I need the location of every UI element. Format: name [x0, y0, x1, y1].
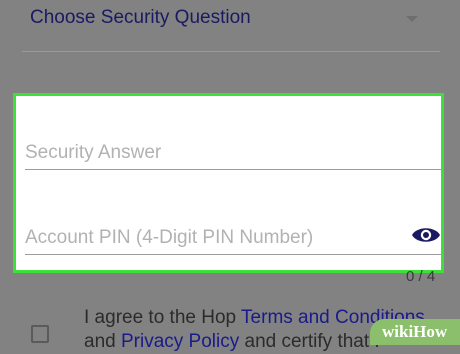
eye-icon[interactable] — [411, 225, 441, 245]
chevron-down-icon[interactable] — [406, 16, 418, 22]
agreement-suffix: and certify that I — [239, 331, 380, 352]
security-answer-placeholder: Security Answer — [25, 142, 162, 163]
security-question-select[interactable]: Choose Security Question — [0, 0, 460, 52]
account-pin-underline — [25, 254, 441, 255]
agreement-middle: and — [84, 331, 121, 352]
watermark-text: wikiHow — [382, 322, 448, 341]
account-pin-placeholder: Account PIN (4-Digit PIN Number) — [25, 227, 314, 248]
highlighted-form-box: Security Answer Account PIN (4-Digit PIN… — [13, 93, 444, 273]
security-answer-field[interactable]: Security Answer — [25, 134, 441, 170]
privacy-policy-link[interactable]: Privacy Policy — [121, 331, 239, 352]
agree-checkbox[interactable] — [31, 325, 49, 343]
account-pin-field[interactable]: Account PIN (4-Digit PIN Number) — [25, 215, 441, 255]
security-question-label: Choose Security Question — [30, 7, 251, 28]
pin-character-counter: 0 / 4 — [406, 268, 436, 285]
security-question-underline — [22, 51, 440, 52]
watermark-badge: wikiHow — [370, 319, 460, 345]
security-answer-underline — [25, 169, 441, 170]
agreement-prefix: I agree to the Hop — [84, 307, 242, 328]
